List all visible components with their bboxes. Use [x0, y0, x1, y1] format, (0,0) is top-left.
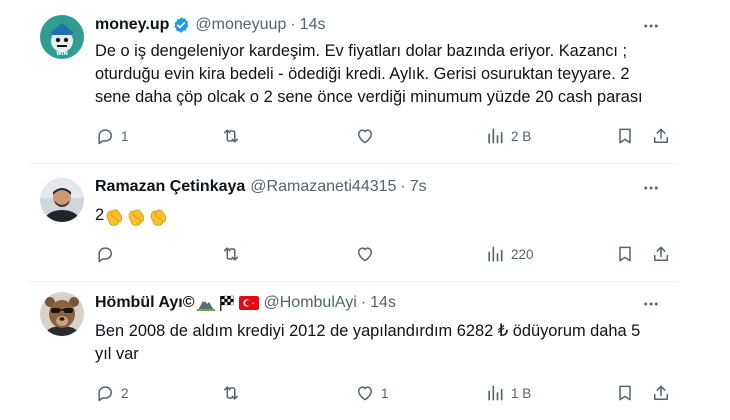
svg-text:WIN: WIN [56, 51, 68, 57]
views-icon [488, 246, 503, 262]
bookmark-button[interactable] [615, 382, 635, 404]
separator-dot: · [290, 16, 296, 33]
views-button[interactable]: 220 [485, 243, 534, 265]
reply-icon [98, 129, 112, 145]
bookmark-button[interactable] [615, 125, 635, 147]
avatar-image-icon [40, 292, 84, 336]
like-icon [358, 247, 372, 262]
views-icon [488, 128, 503, 144]
retweet-icon [224, 247, 238, 261]
retweet-button[interactable] [221, 382, 247, 404]
like-button[interactable] [355, 243, 381, 265]
separator-dot: · [360, 294, 367, 311]
share-icon [654, 246, 668, 261]
turkey-flag-icon [238, 296, 259, 310]
timestamp[interactable]: 14s [300, 16, 326, 34]
retweet-button[interactable] [221, 125, 247, 147]
action-bar: 2 1 1 B [95, 382, 675, 404]
like-button[interactable]: 1 [355, 382, 389, 404]
share-icon [654, 128, 668, 143]
bookmark-button[interactable] [615, 243, 635, 265]
like-icon [358, 386, 372, 401]
tweet[interactable]: WIN money.up @moneyuup · 14s De o iş den… [0, 0, 730, 164]
action-bar: 1 2 B [95, 125, 675, 147]
tweet[interactable]: Ramazan Çetinkaya @Ramazaneti44315 · 7s … [0, 164, 730, 282]
reply-button[interactable] [95, 243, 121, 265]
tweet-text-container: 2 [95, 204, 675, 227]
avatar[interactable]: WIN [40, 15, 84, 59]
user-handle[interactable]: @Ramazaneti44315 [250, 178, 396, 196]
more-icon[interactable] [640, 15, 662, 37]
display-name[interactable]: Ramazan Çetinkaya [95, 178, 245, 196]
avatar[interactable] [40, 292, 84, 336]
views-count: 1 B [511, 385, 532, 401]
views-button[interactable]: 2 B [485, 125, 531, 147]
display-name[interactable]: money.up [95, 16, 169, 34]
checkered-flag-icon [219, 295, 234, 311]
name-emojis [196, 295, 259, 311]
more-icon[interactable] [640, 293, 662, 315]
avatar-image-icon: WIN [40, 15, 84, 59]
like-icon [358, 129, 372, 144]
mountain-emoji-icon [196, 299, 215, 311]
retweet-icon [224, 386, 238, 400]
timestamp[interactable]: 7s [410, 178, 427, 196]
views-count: 220 [511, 246, 534, 262]
reply-button[interactable]: 2 [95, 382, 129, 404]
share-button[interactable] [651, 125, 671, 147]
retweet-icon [224, 129, 238, 143]
action-bar: 220 [95, 243, 675, 265]
avatar-image-icon [40, 178, 84, 222]
reply-count: 1 [121, 128, 129, 144]
reply-icon [98, 386, 112, 402]
tweet-text: 2 [95, 206, 105, 224]
reply-count: 2 [121, 385, 129, 401]
like-button[interactable] [355, 125, 381, 147]
tweet-text: De o iş dengeleniyor kardeşim. Ev fiyatl… [95, 42, 643, 106]
share-button[interactable] [651, 382, 671, 404]
retweet-button[interactable] [221, 243, 247, 265]
views-count: 2 B [511, 128, 532, 144]
separator-dot: · [400, 178, 406, 195]
share-icon [654, 385, 668, 400]
bookmark-icon [619, 246, 631, 262]
like-count: 1 [381, 385, 389, 401]
reply-icon [98, 247, 112, 263]
display-name[interactable]: Hömbül Ayı© [95, 294, 195, 312]
more-icon[interactable] [640, 177, 662, 199]
tweet-text: Ben 2008 de aldım krediyi 2012 de yapıla… [95, 322, 641, 363]
views-button[interactable]: 1 B [485, 382, 531, 404]
views-icon [488, 385, 503, 401]
verified-badge-icon [172, 16, 190, 34]
user-handle[interactable]: @HombulAyi [264, 294, 357, 312]
tweet[interactable]: Hömbül Ayı© @HombulAyi · 14s Ben 2008 de… [0, 282, 730, 420]
user-handle[interactable]: @moneyuup [195, 16, 286, 34]
reply-button[interactable]: 1 [95, 125, 129, 147]
bookmark-icon [619, 385, 631, 401]
clapping-hands-icon [106, 208, 167, 226]
bookmark-icon [619, 128, 631, 144]
avatar[interactable] [40, 178, 84, 222]
timestamp[interactable]: 14s [370, 294, 396, 312]
share-button[interactable] [651, 243, 671, 265]
